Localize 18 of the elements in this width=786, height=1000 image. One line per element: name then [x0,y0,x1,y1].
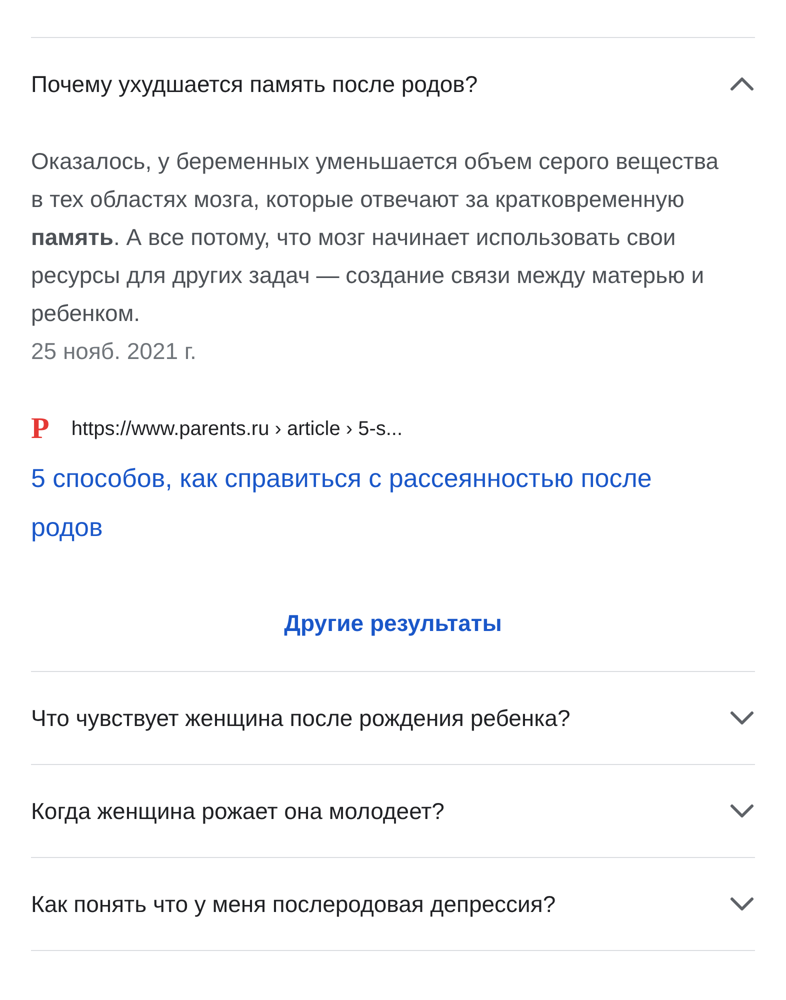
site-logo: P [31,414,50,444]
question-text: Что чувствует женщина после рождения ребенка? [31,704,570,733]
chevron-down-icon [729,803,755,819]
question-row[interactable]: Что чувствует женщина после рождения ребенка? [31,672,755,765]
question-text: Почему ухудшается память после родов? [31,70,478,99]
question-row[interactable]: Как понять что у меня послеродовая депрессия? [31,858,755,951]
question-text: Как понять что у меня послеродовая депрессия? [31,890,556,919]
answer-paragraph: Оказалось, у беременных уменьшается объем серого вещества в тех областях мозга, которые отвечают за кратковременную память. А все потому, что мозг начинает использовать свои ресурсы для других задач — создание связи между матерью и ребенком. [31,147,720,328]
chevron-down-icon [729,896,755,912]
chevron-down-icon [729,710,755,726]
more-results-link[interactable]: Другие результаты [284,607,502,639]
source-url: https://www.parents.ru › article › 5-s... [71,417,403,442]
answer-date: 25 нояб. 2021 г. [31,337,196,366]
question-row[interactable]: Когда женщина рожает она молодеет? [31,765,755,858]
result-title-link[interactable]: 5 способов, как справиться с рассеянностью после родов [31,454,681,552]
question-text: Когда женщина рожает она молодеет? [31,797,444,826]
question-row[interactable]: Почему ухудшается память после родов? [31,38,755,130]
chevron-up-icon [729,76,755,92]
